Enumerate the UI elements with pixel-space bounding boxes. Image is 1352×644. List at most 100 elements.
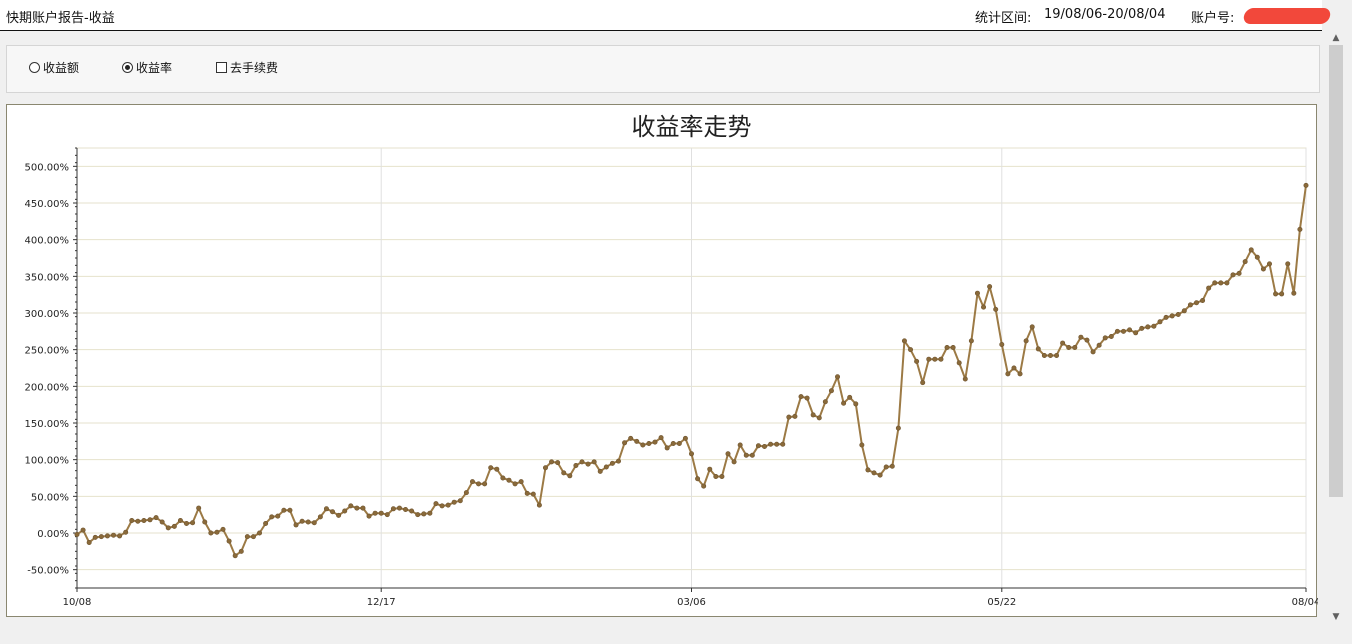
data-point — [463, 490, 469, 496]
data-point — [987, 284, 993, 290]
y-tick-label: 300.00% — [25, 309, 70, 320]
data-point — [1224, 280, 1230, 286]
data-point — [390, 506, 396, 512]
data-point — [1169, 313, 1175, 319]
data-point — [841, 400, 847, 406]
data-point — [774, 441, 780, 447]
data-point — [999, 342, 1005, 348]
data-point — [1114, 328, 1120, 334]
data-point — [342, 508, 348, 514]
vertical-scrollbar[interactable]: ▲ ▼ — [1327, 31, 1345, 624]
data-point — [962, 376, 968, 382]
page-title: 快期账户报告-收益 — [6, 11, 115, 26]
data-point — [384, 512, 390, 518]
remove-fee-option[interactable]: 去手续费 — [216, 59, 278, 76]
data-point — [1145, 324, 1151, 330]
data-point — [695, 476, 701, 482]
data-point — [974, 290, 980, 296]
data-point — [835, 374, 841, 380]
data-point — [1023, 338, 1029, 344]
data-point — [323, 506, 329, 512]
data-point — [816, 415, 822, 421]
data-point — [561, 470, 567, 476]
data-point — [1041, 353, 1047, 359]
data-point — [646, 441, 652, 447]
data-point — [141, 518, 147, 524]
data-point — [682, 435, 688, 441]
profit-rate-option[interactable]: 收益率 — [122, 59, 172, 76]
data-point — [196, 505, 202, 511]
data-point — [1054, 353, 1060, 359]
scroll-thumb[interactable] — [1329, 45, 1343, 497]
x-tick-label: 10/08 — [63, 597, 92, 608]
data-point — [768, 441, 774, 447]
y-tick-label: -50.00% — [27, 566, 69, 577]
data-point — [1285, 261, 1291, 267]
data-point — [670, 441, 676, 447]
data-point — [403, 507, 409, 513]
data-point — [202, 519, 208, 525]
data-point — [615, 458, 621, 464]
data-point — [1163, 314, 1169, 320]
data-point — [762, 443, 768, 449]
data-point — [360, 505, 366, 511]
data-point — [1193, 300, 1199, 306]
data-point — [1139, 325, 1145, 331]
data-point — [889, 463, 895, 469]
data-point — [713, 474, 719, 480]
account-label: 账户号: — [1191, 11, 1235, 26]
data-point — [822, 399, 828, 405]
data-point — [755, 443, 761, 449]
data-point — [123, 529, 129, 535]
data-point — [719, 474, 725, 480]
data-point — [506, 477, 512, 483]
data-point — [792, 413, 798, 419]
data-point — [409, 508, 415, 514]
data-point — [98, 534, 104, 540]
data-point — [184, 520, 190, 526]
data-point — [305, 519, 311, 525]
data-point — [1230, 272, 1236, 278]
scroll-up-icon[interactable]: ▲ — [1327, 31, 1345, 45]
profit-amount-option[interactable]: 收益额 — [29, 59, 79, 76]
data-point — [238, 548, 244, 554]
y-tick-label: 350.00% — [25, 272, 70, 283]
data-point — [938, 356, 944, 362]
data-point — [1248, 247, 1254, 253]
data-point — [895, 425, 901, 431]
data-point — [914, 358, 920, 364]
data-point — [1029, 324, 1035, 330]
data-point — [956, 360, 962, 366]
profit-rate-chart: 收益率走势 -50.00% 0.00% 50.00% 100.00% 150.00% 200… — [25, 113, 1319, 608]
remove-fee-checkbox[interactable] — [216, 62, 227, 73]
remove-fee-label: 去手续费 — [230, 61, 279, 75]
data-point — [603, 464, 609, 470]
data-point — [445, 502, 451, 508]
data-point — [853, 401, 859, 407]
y-tick-label: 0.00% — [37, 529, 69, 540]
data-point — [427, 510, 433, 516]
data-point — [536, 502, 542, 508]
data-point — [1200, 298, 1206, 304]
data-point — [1254, 254, 1260, 260]
data-point — [731, 459, 737, 465]
x-tick-label: 12/17 — [367, 597, 396, 608]
data-point — [1084, 337, 1090, 343]
data-point — [597, 468, 603, 474]
data-point — [1035, 346, 1041, 352]
account-redaction — [1242, 8, 1332, 24]
data-point — [469, 479, 475, 485]
data-point — [828, 388, 834, 394]
data-point — [542, 465, 548, 471]
data-point — [244, 534, 250, 540]
data-point — [1060, 340, 1066, 346]
data-point — [287, 507, 293, 513]
profit-rate-radio[interactable] — [122, 62, 133, 73]
data-point — [476, 481, 482, 487]
profit-amount-radio[interactable] — [29, 62, 40, 73]
data-point — [701, 483, 707, 489]
data-point — [1187, 302, 1193, 308]
data-point — [500, 475, 506, 481]
data-point — [129, 518, 135, 524]
scroll-down-icon[interactable]: ▼ — [1327, 610, 1345, 624]
